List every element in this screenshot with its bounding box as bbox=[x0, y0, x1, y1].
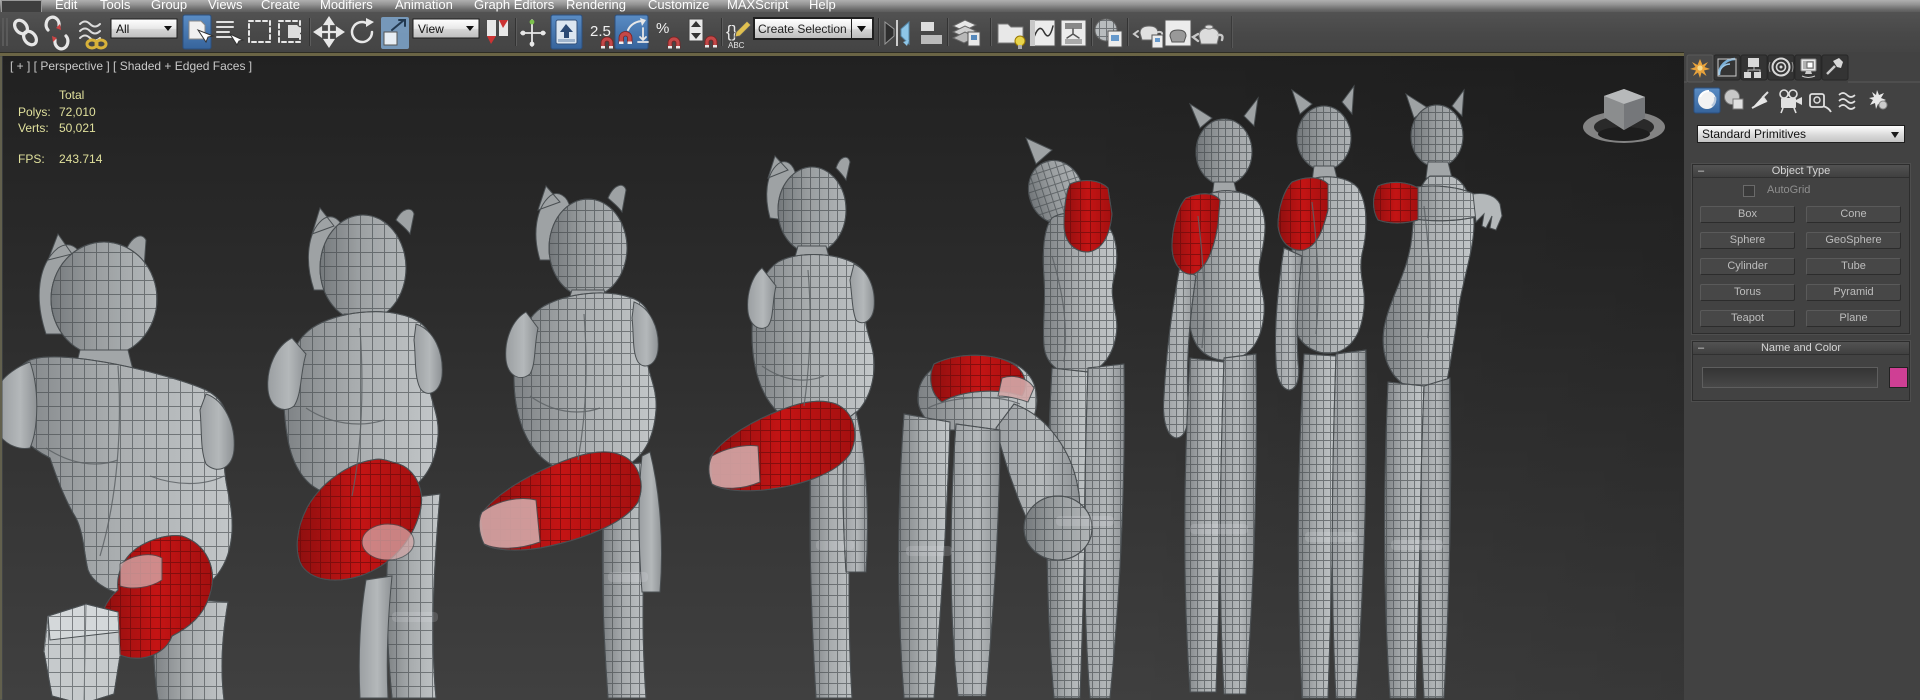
svg-text:View: View bbox=[418, 22, 444, 36]
svg-text:ABC: ABC bbox=[728, 41, 745, 50]
svg-text:All: All bbox=[116, 22, 129, 36]
svg-text:%: % bbox=[656, 20, 669, 37]
svg-text:Create Selection Se: Create Selection Se bbox=[758, 22, 865, 36]
